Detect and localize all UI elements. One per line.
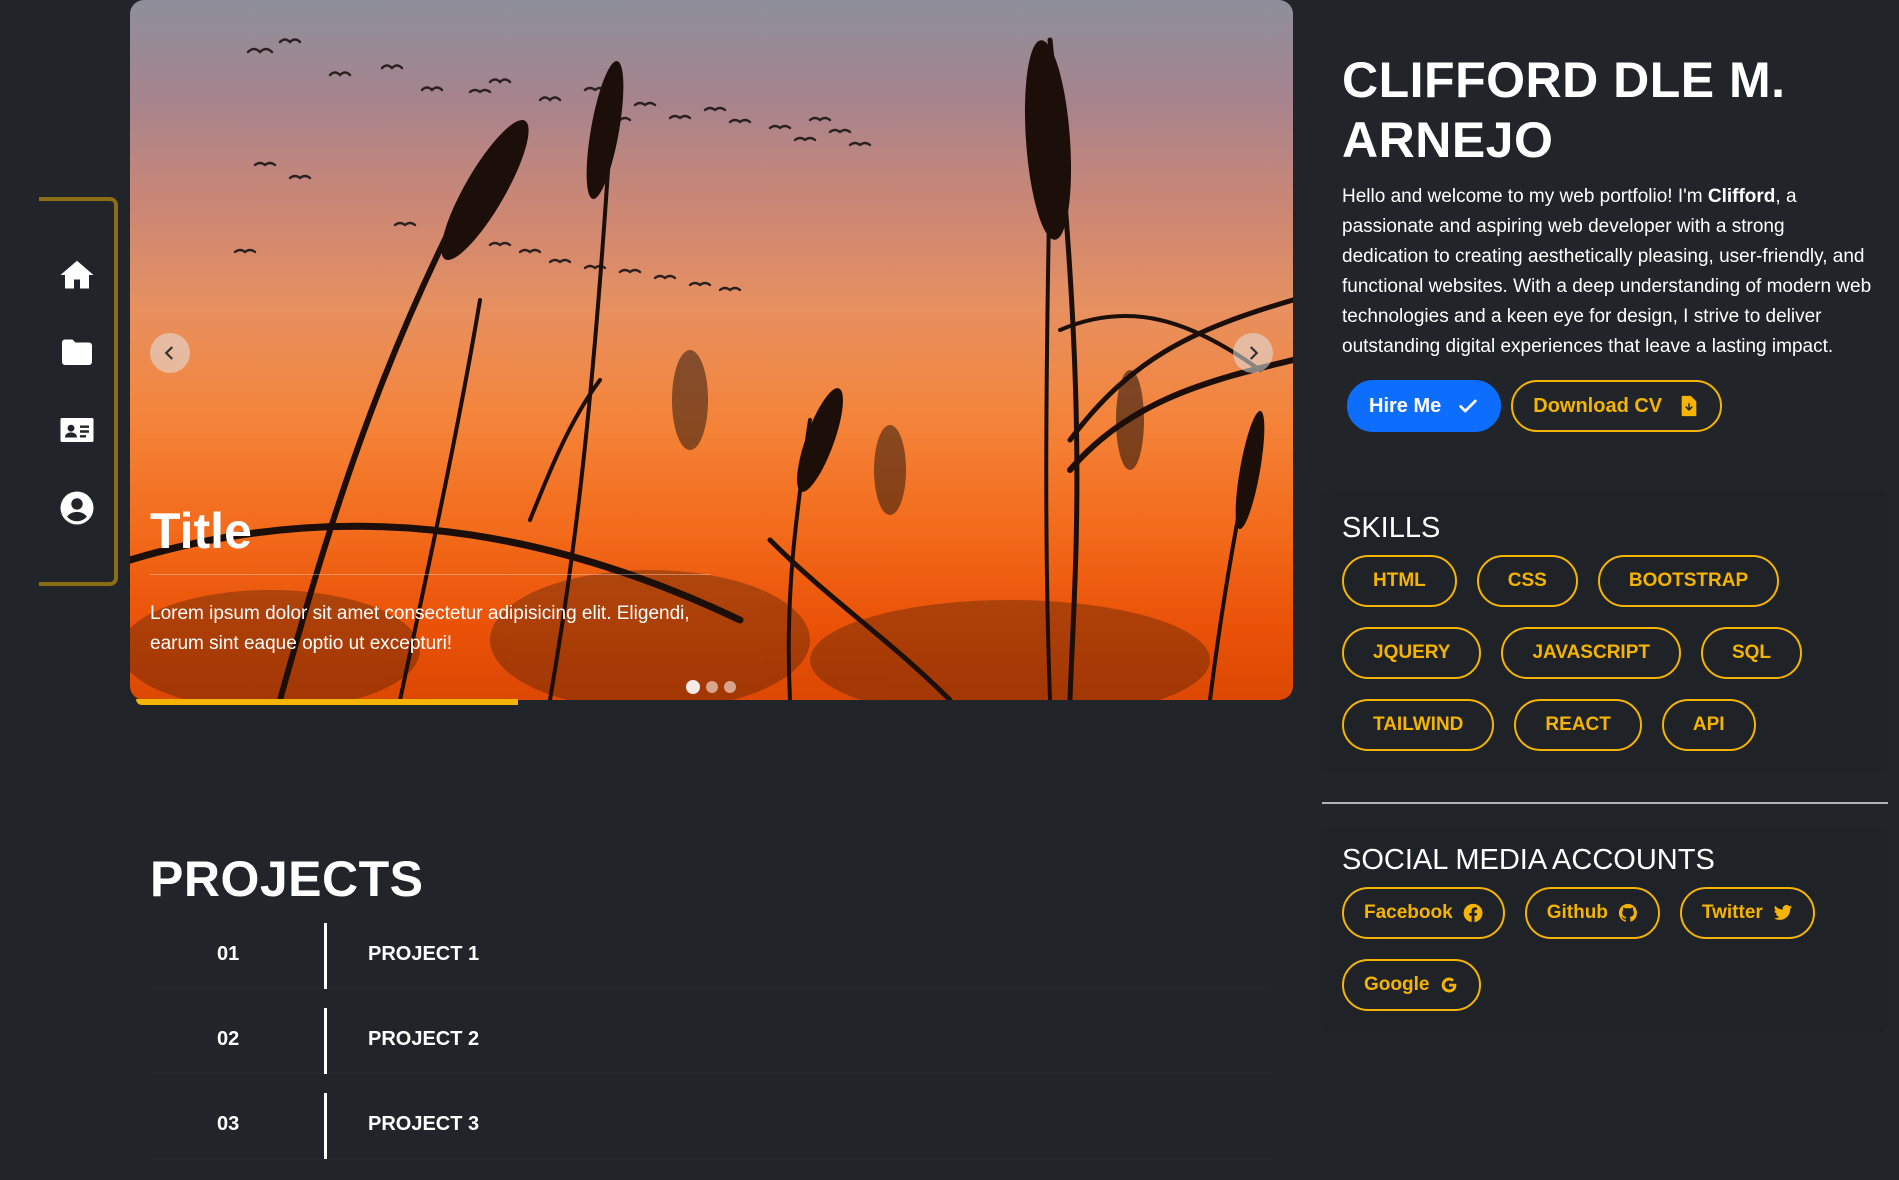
project-number: 01 bbox=[217, 943, 240, 965]
hire-me-button[interactable]: Hire Me bbox=[1347, 380, 1502, 432]
facebook-link[interactable]: Facebook bbox=[1342, 887, 1505, 939]
address-card-icon bbox=[60, 418, 93, 443]
project-separator bbox=[324, 1093, 327, 1159]
nav-projects-button[interactable] bbox=[53, 329, 101, 377]
carousel-caption: Title Lorem ipsum dolor sit amet consect… bbox=[150, 498, 710, 659]
nav-profile-button[interactable] bbox=[53, 484, 101, 532]
nav-contact-button[interactable] bbox=[53, 406, 101, 454]
profile-bio: Hello and welcome to my web portfolio! I… bbox=[1342, 182, 1872, 362]
skill-pill[interactable]: BOOTSTRAP bbox=[1597, 555, 1780, 607]
user-circle-icon bbox=[60, 491, 93, 525]
project-number: 03 bbox=[217, 1113, 240, 1135]
project-row-3[interactable]: 03 PROJECT 3 bbox=[150, 1093, 1270, 1159]
hire-me-label: Hire Me bbox=[1369, 394, 1442, 417]
github-label: Github bbox=[1546, 902, 1608, 923]
facebook-label: Facebook bbox=[1364, 902, 1453, 923]
carousel-caption-text: Lorem ipsum dolor sit amet consectetur a… bbox=[150, 603, 690, 654]
carousel-indicator-1[interactable] bbox=[686, 680, 700, 694]
twitter-icon bbox=[1773, 905, 1792, 920]
skills-heading: SKILLS bbox=[1342, 512, 1441, 544]
facebook-icon bbox=[1463, 903, 1483, 923]
skill-pill[interactable]: SQL bbox=[1700, 627, 1803, 679]
skill-pill[interactable]: JQUERY bbox=[1342, 627, 1482, 679]
download-cv-label: Download CV bbox=[1533, 394, 1663, 417]
file-download-icon bbox=[1681, 395, 1697, 417]
home-icon bbox=[60, 260, 93, 289]
carousel-prev-button[interactable] bbox=[150, 333, 190, 373]
skill-pill[interactable]: CSS bbox=[1476, 555, 1578, 607]
project-name: PROJECT 1 bbox=[368, 943, 480, 965]
carousel-indicator-3[interactable] bbox=[724, 681, 736, 693]
skill-pill[interactable]: TAILWIND bbox=[1342, 699, 1495, 751]
chevron-left-icon bbox=[164, 346, 174, 360]
profile-section: CLIFFORD DLE M. ARNEJO Hello and welcome… bbox=[1342, 50, 1882, 432]
profile-name: CLIFFORD DLE M. ARNEJO bbox=[1342, 52, 1786, 168]
google-label: Google bbox=[1364, 974, 1430, 995]
bio-rest: , a passionate and aspiring web develope… bbox=[1342, 186, 1872, 357]
portfolio-page: Title Lorem ipsum dolor sit amet consect… bbox=[0, 0, 1899, 1180]
profile-actions: Hire Me Download CV bbox=[1342, 380, 1882, 432]
chevron-right-icon bbox=[1249, 346, 1259, 360]
project-row-2[interactable]: 02 PROJECT 2 bbox=[150, 1008, 1270, 1074]
skill-pill[interactable]: API bbox=[1661, 699, 1756, 751]
section-divider bbox=[1322, 802, 1888, 804]
skill-pill[interactable]: HTML bbox=[1342, 555, 1457, 607]
project-number: 02 bbox=[217, 1028, 240, 1050]
skill-pill[interactable]: JAVASCRIPT bbox=[1501, 627, 1681, 679]
carousel-indicators bbox=[686, 680, 736, 694]
caption-divider bbox=[150, 574, 710, 575]
github-link[interactable]: Github bbox=[1524, 887, 1660, 939]
skills-section: SKILLS HTML CSS BOOTSTRAP JQUERY JAVASCR… bbox=[1342, 512, 1882, 751]
projects-section: PROJECTS 01 PROJECT 1 02 PROJECT 2 03 PR… bbox=[130, 840, 1293, 1160]
google-link[interactable]: Google bbox=[1342, 959, 1482, 1011]
social-list: Facebook Github Twitter Google bbox=[1342, 887, 1842, 1011]
carousel-progress-bar bbox=[136, 699, 518, 705]
download-cv-button[interactable]: Download CV bbox=[1511, 380, 1723, 432]
project-name: PROJECT 2 bbox=[368, 1028, 480, 1050]
carousel-next-button[interactable] bbox=[1233, 333, 1273, 373]
project-separator bbox=[324, 923, 327, 989]
google-icon bbox=[1442, 977, 1457, 993]
project-row-1[interactable]: 01 PROJECT 1 bbox=[150, 923, 1270, 989]
skill-pill[interactable]: REACT bbox=[1514, 699, 1642, 751]
carousel-indicator-2[interactable] bbox=[706, 681, 718, 693]
carousel-caption-title: Title bbox=[150, 503, 252, 559]
skills-list: HTML CSS BOOTSTRAP JQUERY JAVASCRIPT SQL… bbox=[1342, 555, 1842, 751]
project-name: PROJECT 3 bbox=[368, 1113, 480, 1135]
folder-icon bbox=[61, 339, 92, 365]
social-section: SOCIAL MEDIA ACCOUNTS Facebook Github Tw… bbox=[1342, 844, 1882, 1011]
nav-home-button[interactable] bbox=[53, 251, 101, 299]
bio-name: Clifford bbox=[1707, 186, 1776, 207]
check-icon bbox=[1459, 399, 1477, 413]
twitter-label: Twitter bbox=[1701, 902, 1763, 923]
social-heading: SOCIAL MEDIA ACCOUNTS bbox=[1342, 844, 1715, 876]
twitter-link[interactable]: Twitter bbox=[1679, 887, 1815, 939]
project-separator bbox=[324, 1008, 327, 1074]
github-icon bbox=[1618, 903, 1637, 922]
hero-carousel: Title Lorem ipsum dolor sit amet consect… bbox=[130, 0, 1293, 700]
bio-intro: Hello and welcome to my web portfolio! I… bbox=[1342, 186, 1708, 207]
side-navigation bbox=[39, 197, 118, 586]
projects-heading: PROJECTS bbox=[150, 851, 424, 907]
